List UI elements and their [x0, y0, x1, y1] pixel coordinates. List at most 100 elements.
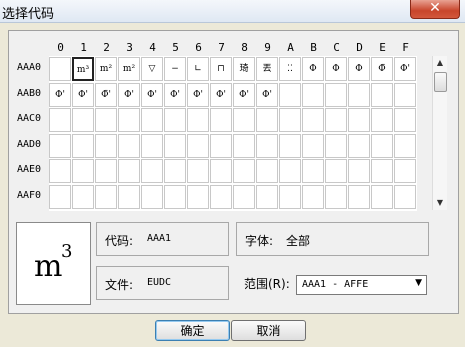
grid-cell[interactable]	[348, 133, 370, 158]
close-button[interactable]: ✕	[410, 0, 460, 19]
scroll-thumb[interactable]	[434, 72, 447, 92]
grid-cell[interactable]	[371, 82, 393, 107]
grid-cell[interactable]	[164, 184, 186, 209]
grid-cell[interactable]	[164, 133, 186, 158]
grid-cell[interactable]	[49, 133, 71, 158]
grid-cell[interactable]	[394, 133, 416, 158]
grid-cell[interactable]	[72, 159, 94, 183]
grid-cell[interactable]: m²	[95, 57, 117, 81]
grid-cell[interactable]	[49, 184, 71, 209]
grid-cell[interactable]	[302, 108, 324, 132]
grid-cell[interactable]	[164, 108, 186, 132]
grid-cell[interactable]	[95, 108, 117, 132]
grid-cell[interactable]	[394, 184, 416, 209]
grid-cell[interactable]: Φ'	[210, 82, 232, 107]
grid-cell[interactable]: Φ	[348, 57, 370, 81]
grid-cell[interactable]	[302, 159, 324, 183]
grid-cell[interactable]	[141, 159, 163, 183]
grid-cell[interactable]	[233, 184, 255, 209]
grid-cell[interactable]	[233, 108, 255, 132]
grid-cell[interactable]: Φ̄	[371, 57, 393, 81]
grid-cell[interactable]	[302, 82, 324, 107]
grid-cell[interactable]	[95, 184, 117, 209]
grid-cell[interactable]	[72, 108, 94, 132]
grid-cell[interactable]	[118, 133, 140, 158]
grid-cell[interactable]	[279, 184, 301, 209]
grid-cell[interactable]: ▽	[141, 57, 163, 81]
grid-cell[interactable]	[210, 159, 232, 183]
grid-cell[interactable]	[72, 184, 94, 209]
vertical-scrollbar[interactable]: ▲ ▼	[432, 56, 447, 210]
grid-cell[interactable]	[348, 82, 370, 107]
grid-cell[interactable]: −	[164, 57, 186, 81]
grid-cell[interactable]	[325, 82, 347, 107]
grid-cell[interactable]	[233, 159, 255, 183]
grid-cell[interactable]	[187, 184, 209, 209]
grid-cell[interactable]	[325, 108, 347, 132]
grid-cell[interactable]	[141, 108, 163, 132]
grid-cell[interactable]	[233, 133, 255, 158]
grid-cell[interactable]: ⊓	[210, 57, 232, 81]
grid-cell[interactable]: 琦	[233, 57, 255, 81]
grid-cell[interactable]	[302, 133, 324, 158]
grid-cell[interactable]	[95, 133, 117, 158]
grid-cell[interactable]	[187, 108, 209, 132]
grid-cell[interactable]	[187, 159, 209, 183]
grid-cell[interactable]	[394, 159, 416, 183]
grid-cell[interactable]	[141, 184, 163, 209]
grid-cell[interactable]	[302, 184, 324, 209]
grid-cell[interactable]	[187, 133, 209, 158]
grid-cell[interactable]	[164, 159, 186, 183]
grid-cell[interactable]: Φ̄'	[95, 82, 117, 107]
grid-cell[interactable]	[371, 184, 393, 209]
grid-cell[interactable]	[210, 133, 232, 158]
grid-cell[interactable]	[141, 133, 163, 158]
arrow-up-icon[interactable]: ▲	[433, 56, 447, 70]
grid-cell[interactable]: Φ'	[256, 82, 278, 107]
grid-cell[interactable]	[325, 133, 347, 158]
grid-cell[interactable]: Φ'	[141, 82, 163, 107]
grid-cell[interactable]	[348, 159, 370, 183]
grid-cell[interactable]	[210, 184, 232, 209]
grid-cell[interactable]: Φ'	[233, 82, 255, 107]
grid-cell[interactable]: m³	[72, 57, 94, 81]
grid-cell[interactable]: Φ'	[72, 82, 94, 107]
grid-cell[interactable]	[49, 159, 71, 183]
grid-cell[interactable]: m²	[118, 57, 140, 81]
grid-cell[interactable]	[49, 57, 71, 81]
grid-cell[interactable]	[118, 159, 140, 183]
grid-cell[interactable]	[279, 133, 301, 158]
grid-cell[interactable]: Φ'	[394, 57, 416, 81]
grid-cell[interactable]	[348, 184, 370, 209]
grid-cell[interactable]	[279, 159, 301, 183]
range-select[interactable]: AAA1 - AFFE ▼	[296, 275, 427, 295]
grid-cell[interactable]	[394, 82, 416, 107]
grid-cell[interactable]	[210, 108, 232, 132]
grid-cell[interactable]	[371, 108, 393, 132]
grid-cell[interactable]	[371, 159, 393, 183]
grid-cell[interactable]: Φ	[302, 57, 324, 81]
grid-cell[interactable]: Φ'	[187, 82, 209, 107]
grid-cell[interactable]	[256, 133, 278, 158]
grid-cell[interactable]	[95, 159, 117, 183]
arrow-down-icon[interactable]: ▼	[433, 196, 447, 210]
grid-cell[interactable]: ⁚⁚	[279, 57, 301, 81]
cancel-button[interactable]: 取消	[231, 320, 306, 341]
grid-cell[interactable]	[279, 82, 301, 107]
grid-cell[interactable]: Φ	[325, 57, 347, 81]
grid-cell[interactable]: Φ'	[164, 82, 186, 107]
grid-cell[interactable]	[394, 108, 416, 132]
grid-cell[interactable]	[325, 159, 347, 183]
grid-cell[interactable]	[49, 108, 71, 132]
ok-button[interactable]: 确定	[155, 320, 230, 341]
chevron-down-icon[interactable]: ▼	[415, 278, 422, 288]
grid-cell[interactable]: 丟	[256, 57, 278, 81]
grid-cell[interactable]	[256, 184, 278, 209]
grid-cell[interactable]: Φ'	[49, 82, 71, 107]
grid-cell[interactable]	[348, 108, 370, 132]
grid-cell[interactable]: ∟	[187, 57, 209, 81]
grid-cell[interactable]	[256, 159, 278, 183]
grid-cell[interactable]	[118, 184, 140, 209]
grid-cell[interactable]	[72, 133, 94, 158]
grid-cell[interactable]	[325, 184, 347, 209]
